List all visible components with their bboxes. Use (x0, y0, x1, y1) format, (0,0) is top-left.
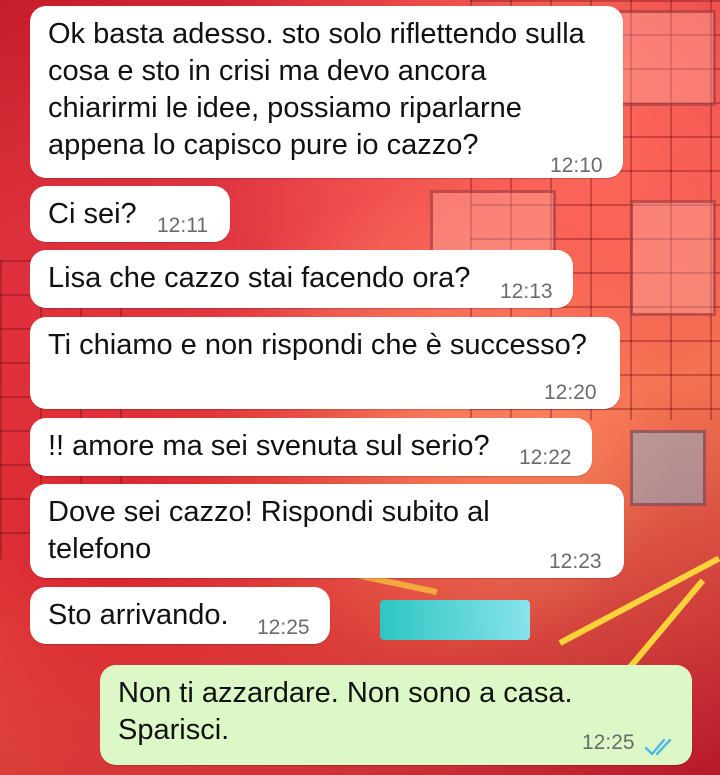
message-text: Ti chiamo e non rispondi che è successo? (48, 329, 587, 361)
message-time: 12:25 (582, 731, 635, 754)
message-time: 12:11 (157, 214, 208, 237)
message-time: 12:20 (544, 381, 597, 404)
message-bubble[interactable]: Dove sei cazzo! Rispondi subito al telef… (30, 484, 624, 578)
message-time: 12:25 (257, 616, 310, 639)
message-time: 12:22 (519, 446, 572, 469)
message-text: Ok basta adesso. sto solo riflettendo su… (48, 18, 585, 161)
message-bubble[interactable]: Ci sei? 12:11 (30, 186, 230, 242)
message-time: 12:10 (550, 154, 603, 177)
message-text: Dove sei cazzo! Rispondi subito al telef… (48, 496, 490, 565)
message-bubble[interactable]: Lisa che cazzo stai facendo ora? 12:13 (30, 250, 573, 308)
message-time: 12:23 (549, 550, 602, 573)
message-text: Sto arrivando. (48, 599, 229, 631)
message-text: Lisa che cazzo stai facendo ora? (48, 262, 471, 294)
message-bubble[interactable]: !! amore ma sei svenuta sul serio? 12:22 (30, 418, 592, 476)
double-check-icon (644, 731, 678, 768)
message-text: !! amore ma sei svenuta sul serio? (48, 430, 490, 462)
message-text: Non ti azzardare. Non sono a casa. Spari… (118, 677, 573, 746)
message-bubble[interactable]: Sto arrivando. 12:25 (30, 587, 330, 644)
message-bubble-outgoing[interactable]: Non ti azzardare. Non sono a casa. Spari… (100, 665, 692, 765)
message-bubble[interactable]: Ti chiamo e non rispondi che è successo?… (30, 317, 620, 409)
message-bubble[interactable]: Ok basta adesso. sto solo riflettendo su… (30, 6, 623, 178)
message-text: Ci sei? (48, 198, 137, 230)
message-time: 12:13 (500, 280, 553, 303)
